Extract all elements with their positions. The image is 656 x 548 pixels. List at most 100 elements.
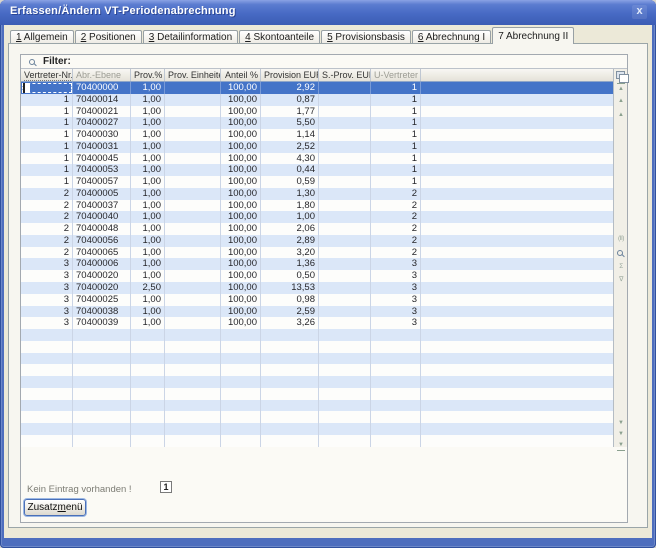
table-cell[interactable]: 3 xyxy=(21,317,73,329)
column-header-3[interactable]: Prov.% xyxy=(131,69,165,81)
table-cell[interactable] xyxy=(165,353,221,365)
table-cell[interactable] xyxy=(165,411,221,423)
table-cell[interactable]: 3 xyxy=(371,270,421,282)
table-cell[interactable] xyxy=(21,435,73,447)
table-row[interactable]: 3704000391,00100,003,263 xyxy=(21,317,613,329)
table-cell[interactable]: 100,00 xyxy=(221,200,261,212)
table-cell[interactable] xyxy=(131,341,165,353)
table-cell[interactable] xyxy=(21,82,73,94)
table-row[interactable] xyxy=(21,353,613,365)
table-cell[interactable]: 1,00 xyxy=(131,247,165,259)
table-cell[interactable] xyxy=(371,341,421,353)
table-row[interactable] xyxy=(21,364,613,376)
table-cell[interactable] xyxy=(319,341,371,353)
table-cell[interactable] xyxy=(221,388,261,400)
table-cell[interactable]: 70400053 xyxy=(73,164,131,176)
table-row[interactable]: 2704000651,00100,003,202 xyxy=(21,247,613,259)
scroll-down-icon[interactable]: ▼ xyxy=(614,419,628,427)
table-cell[interactable]: 2,06 xyxy=(261,223,319,235)
table-cell[interactable] xyxy=(221,376,261,388)
table-row[interactable]: 1704000571,00100,000,591 xyxy=(21,176,613,188)
tab-1[interactable]: 1 Allgemein xyxy=(10,30,74,44)
table-cell[interactable] xyxy=(371,376,421,388)
table-cell[interactable]: 70400020 xyxy=(73,282,131,294)
table-cell[interactable]: 1 xyxy=(371,117,421,129)
table-cell[interactable] xyxy=(165,306,221,318)
table-cell[interactable]: 100,00 xyxy=(221,282,261,294)
table-cell[interactable]: 2 xyxy=(21,247,73,259)
table-cell[interactable] xyxy=(131,353,165,365)
table-cell[interactable] xyxy=(261,329,319,341)
table-cell[interactable]: 100,00 xyxy=(221,223,261,235)
table-row[interactable]: 1704000211,00100,001,771 xyxy=(21,106,613,118)
table-cell[interactable]: 4,30 xyxy=(261,153,319,165)
table-cell[interactable] xyxy=(319,294,371,306)
table-cell[interactable] xyxy=(221,400,261,412)
table-row[interactable]: 2704000481,00100,002,062 xyxy=(21,223,613,235)
table-cell[interactable]: 1,00 xyxy=(131,82,165,94)
table-row[interactable] xyxy=(21,400,613,412)
table-cell[interactable] xyxy=(221,341,261,353)
table-cell[interactable] xyxy=(131,329,165,341)
scroll-to-top-icon[interactable]: ▲ xyxy=(614,83,628,93)
table-cell[interactable] xyxy=(165,129,221,141)
table-cell[interactable]: 1,00 xyxy=(131,141,165,153)
table-cell[interactable]: 1,00 xyxy=(131,223,165,235)
table-cell[interactable] xyxy=(261,423,319,435)
table-cell[interactable]: 1 xyxy=(21,176,73,188)
table-cell[interactable]: 70400037 xyxy=(73,200,131,212)
table-cell[interactable] xyxy=(221,435,261,447)
table-cell[interactable]: 1,00 xyxy=(131,94,165,106)
table-cell[interactable] xyxy=(371,435,421,447)
table-cell[interactable] xyxy=(165,200,221,212)
column-header-5[interactable]: Anteil % xyxy=(221,69,261,81)
table-cell[interactable] xyxy=(165,341,221,353)
table-cell[interactable]: 1,00 xyxy=(131,258,165,270)
table-cell[interactable] xyxy=(73,388,131,400)
tab-6[interactable]: 6 Abrechnung I xyxy=(412,30,491,44)
table-cell[interactable] xyxy=(73,400,131,412)
table-cell[interactable] xyxy=(73,341,131,353)
table-cell[interactable] xyxy=(319,117,371,129)
table-cell[interactable] xyxy=(319,94,371,106)
table-cell[interactable] xyxy=(261,388,319,400)
table-cell[interactable]: 1,00 xyxy=(131,129,165,141)
table-cell[interactable] xyxy=(319,247,371,259)
tab-3[interactable]: 3 Detailinformation xyxy=(143,30,238,44)
table-cell[interactable]: 100,00 xyxy=(221,117,261,129)
table-row[interactable] xyxy=(21,423,613,435)
table-cell[interactable]: 1 xyxy=(371,129,421,141)
grid-layout-icon[interactable] xyxy=(616,71,625,79)
table-cell[interactable] xyxy=(73,364,131,376)
table-cell[interactable]: 5,50 xyxy=(261,117,319,129)
table-cell[interactable]: 2,89 xyxy=(261,235,319,247)
table-row[interactable] xyxy=(21,388,613,400)
table-row[interactable]: 3704000381,00100,002,593 xyxy=(21,306,613,318)
table-cell[interactable]: 2,50 xyxy=(131,282,165,294)
table-cell[interactable]: 1 xyxy=(371,82,421,94)
search-icon[interactable] xyxy=(617,250,623,256)
table-cell[interactable] xyxy=(319,411,371,423)
table-cell[interactable]: 1 xyxy=(21,141,73,153)
table-cell[interactable] xyxy=(319,188,371,200)
table-cell[interactable] xyxy=(221,364,261,376)
table-cell[interactable] xyxy=(165,94,221,106)
table-row[interactable]: 2704000371,00100,001,802 xyxy=(21,200,613,212)
table-cell[interactable] xyxy=(165,388,221,400)
table-cell[interactable] xyxy=(21,341,73,353)
table-cell[interactable]: 13,53 xyxy=(261,282,319,294)
table-row[interactable]: 704000001,00100,002,921 xyxy=(21,82,613,94)
table-row[interactable]: 1704000311,00100,002,521 xyxy=(21,141,613,153)
table-cell[interactable] xyxy=(319,106,371,118)
tab-5[interactable]: 5 Provisionsbasis xyxy=(321,30,411,44)
table-cell[interactable] xyxy=(21,353,73,365)
table-row[interactable]: 1704000301,00100,001,141 xyxy=(21,129,613,141)
table-cell[interactable] xyxy=(319,435,371,447)
table-cell[interactable] xyxy=(165,364,221,376)
table-cell[interactable]: 100,00 xyxy=(221,82,261,94)
table-cell[interactable]: 2 xyxy=(371,223,421,235)
table-cell[interactable]: 1 xyxy=(21,94,73,106)
table-cell[interactable] xyxy=(165,400,221,412)
table-cell[interactable]: 100,00 xyxy=(221,211,261,223)
table-cell[interactable]: 1,00 xyxy=(131,200,165,212)
